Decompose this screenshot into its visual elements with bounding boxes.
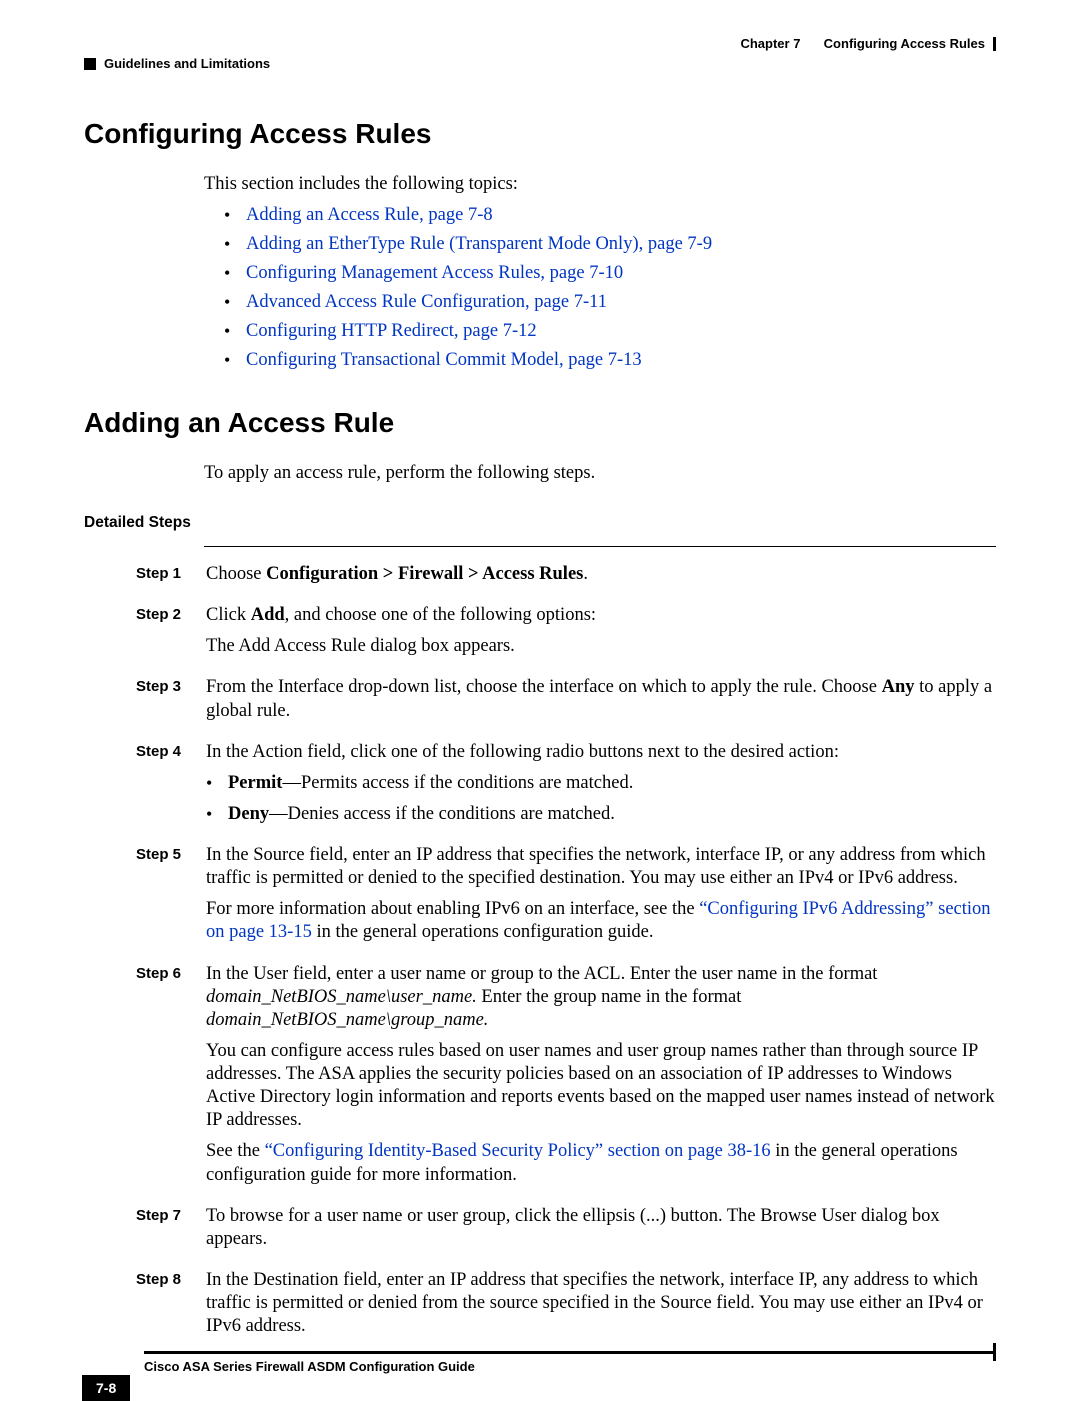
step-label: Step 7 [136, 1205, 206, 1259]
chapter-title: Configuring Access Rules [824, 36, 985, 51]
step-text: In the Action field, click one of the fo… [206, 741, 996, 764]
step-text: Choose [206, 564, 266, 584]
action-bullet: Deny—Denies access if the conditions are… [206, 803, 996, 826]
divider-icon [993, 37, 996, 51]
step-label: Step 4 [136, 741, 206, 834]
step-label: Step 8 [136, 1269, 206, 1346]
step-label: Step 2 [136, 604, 206, 666]
bullet-text: —Denies access if the conditions are mat… [269, 804, 615, 824]
bullet-bold: Permit [228, 773, 282, 793]
step-label: Step 5 [136, 844, 206, 953]
step-text: See the [206, 1141, 265, 1161]
topic-link[interactable]: Adding an EtherType Rule (Transparent Mo… [246, 234, 712, 254]
intro-text-2: To apply an access rule, perform the fol… [204, 463, 996, 484]
guide-title: Cisco ASA Series Firewall ASDM Configura… [144, 1359, 475, 1374]
step-text: in the general operations configuration … [312, 922, 654, 942]
step-body: Click Add, and choose one of the followi… [206, 604, 996, 666]
step-menu-path: Configuration > Firewall > Access Rules [266, 564, 583, 584]
detailed-steps-heading: Detailed Steps [84, 514, 996, 532]
square-bullet-icon [84, 58, 96, 70]
step-text: The Add Access Rule dialog box appears. [206, 635, 996, 658]
step-row: Step 8 In the Destination field, enter a… [84, 1269, 996, 1346]
step-body: In the Source field, enter an IP address… [206, 844, 996, 953]
step-row: Step 2 Click Add, and choose one of the … [84, 604, 996, 666]
step-body: From the Interface drop-down list, choos… [206, 676, 996, 730]
step-text: . [583, 564, 588, 584]
step-body: Choose Configuration > Firewall > Access… [206, 563, 996, 594]
format-example: domain_NetBIOS_name\group_name. [206, 1010, 488, 1030]
step-row: Step 4 In the Action field, click one of… [84, 741, 996, 834]
step-body: To browse for a user name or user group,… [206, 1205, 996, 1259]
step-body: In the User field, enter a user name or … [206, 963, 996, 1195]
step-text: For more information about enabling IPv6… [206, 899, 699, 919]
step-bold: Add [251, 605, 285, 625]
chapter-label: Chapter 7 [740, 36, 800, 51]
step-text: Enter the group name in the format [477, 987, 742, 1007]
xref-link[interactable]: “Configuring Identity-Based Security Pol… [265, 1141, 771, 1161]
heading-configuring-access-rules: Configuring Access Rules [84, 118, 996, 150]
step-text: , and choose one of the following option… [285, 605, 596, 625]
step-text: To browse for a user name or user group,… [206, 1205, 996, 1251]
step-label: Step 1 [136, 563, 206, 594]
step-text: You can configure access rules based on … [206, 1040, 996, 1133]
steps-container: Step 1 Choose Configuration > Firewall >… [84, 563, 996, 1346]
page-number-badge: 7-8 [82, 1375, 130, 1401]
bullet-text: —Permits access if the conditions are ma… [282, 773, 633, 793]
footer-end-icon [993, 1343, 996, 1361]
step-text: In the Source field, enter an IP address… [206, 844, 996, 890]
topic-link[interactable]: Configuring Management Access Rules, pag… [246, 263, 623, 283]
step-row: Step 7 To browse for a user name or user… [84, 1205, 996, 1259]
topic-link[interactable]: Adding an Access Rule, page 7-8 [246, 205, 493, 225]
step-body: In the Destination field, enter an IP ad… [206, 1269, 996, 1346]
step-row: Step 5 In the Source field, enter an IP … [84, 844, 996, 953]
page-content: Configuring Access Rules This section in… [84, 118, 996, 1356]
horizontal-rule [204, 546, 996, 547]
step-label: Step 3 [136, 676, 206, 730]
topic-link[interactable]: Configuring Transactional Commit Model, … [246, 350, 642, 370]
topic-link[interactable]: Configuring HTTP Redirect, page 7-12 [246, 321, 537, 341]
bullet-bold: Deny [228, 804, 269, 824]
step-text: In the User field, enter a user name or … [206, 964, 877, 984]
step-text: In the Destination field, enter an IP ad… [206, 1269, 996, 1338]
step-label: Step 6 [136, 963, 206, 1195]
step-row: Step 3 From the Interface drop-down list… [84, 676, 996, 730]
format-example: domain_NetBIOS_name\user_name. [206, 987, 477, 1007]
step-body: In the Action field, click one of the fo… [206, 741, 996, 834]
step-row: Step 1 Choose Configuration > Firewall >… [84, 563, 996, 594]
action-bullet: Permit—Permits access if the conditions … [206, 772, 996, 795]
section-name: Guidelines and Limitations [104, 56, 270, 71]
intro-text: This section includes the following topi… [204, 174, 996, 195]
step-text: Click [206, 605, 251, 625]
step-text: From the Interface drop-down list, choos… [206, 677, 882, 697]
step-bold: Any [882, 677, 915, 697]
heading-adding-access-rule: Adding an Access Rule [84, 407, 996, 439]
step-row: Step 6 In the User field, enter a user n… [84, 963, 996, 1195]
topic-link-list: Adding an Access Rule, page 7-8 Adding a… [224, 205, 996, 371]
topic-link[interactable]: Advanced Access Rule Configuration, page… [246, 292, 607, 312]
footer-rule [144, 1351, 996, 1354]
